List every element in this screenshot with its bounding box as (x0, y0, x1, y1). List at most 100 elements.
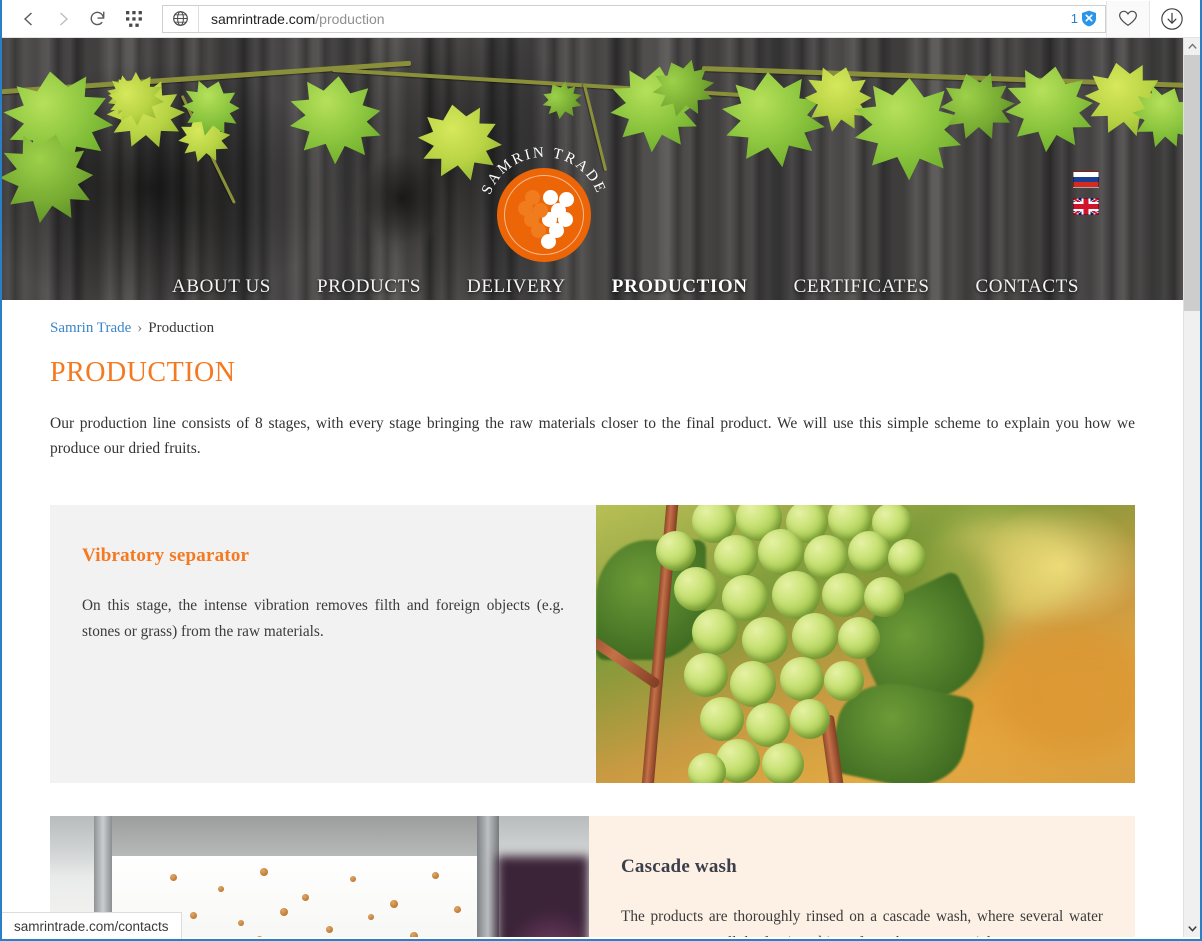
breadcrumb-home-link[interactable]: Samrin Trade (50, 320, 131, 336)
url-path: /production (315, 10, 385, 27)
back-button[interactable] (12, 2, 46, 36)
downloads-button[interactable] (1150, 1, 1194, 37)
green-grapes-photo (596, 505, 1135, 783)
grape-berry (692, 609, 738, 655)
raisin (218, 886, 224, 892)
status-bar-link-preview: samrintrade.com/contacts (2, 912, 182, 939)
main-navigation: ABOUT US PRODUCTS DELIVERY PRODUCTION CE… (2, 276, 1183, 298)
grape-berry (758, 529, 804, 575)
breadcrumb-current: Production (148, 320, 215, 336)
scrollbar-thumb[interactable] (1184, 55, 1200, 311)
web-page: SAMRIN TRADE ABOUT US PRODUCTS DELIVERY … (2, 38, 1183, 937)
stage-body: On this stage, the intense vibration rem… (82, 597, 564, 640)
grape-berry (792, 613, 838, 659)
raisin (256, 936, 263, 937)
chevron-up-icon (1188, 43, 1197, 49)
production-stage-cascade-wash: Cascade wash The products are thoroughly… (50, 816, 1135, 937)
grape-berry (864, 577, 904, 617)
chevron-right-icon (60, 11, 69, 26)
url-host: samrintrade.com (211, 10, 316, 27)
stage-heading: Vibratory separator (82, 545, 250, 566)
stage-text-panel: Cascade wash The products are thoroughly… (589, 816, 1135, 937)
adblock-shield-icon[interactable] (1081, 10, 1097, 27)
scrollbar-down-button[interactable] (1184, 920, 1200, 937)
grape-berry (888, 539, 926, 577)
grape-berry (838, 617, 880, 659)
grape-berry (822, 573, 866, 617)
english-flag[interactable] (1073, 198, 1099, 215)
breadcrumb-separator: › (137, 320, 143, 336)
globe-icon (173, 11, 188, 26)
raisin (260, 868, 268, 876)
forward-button[interactable] (46, 2, 80, 36)
reload-icon (90, 11, 104, 26)
raisin (390, 900, 398, 908)
main-content: Samrin Trade › Production PRODUCTION Our p… (2, 300, 1183, 937)
grape-berry (790, 699, 830, 739)
grape-berry (824, 661, 864, 701)
raisin (368, 914, 374, 920)
url-text[interactable]: samrintrade.com/production (199, 11, 1071, 27)
logo-inner-ring (504, 175, 584, 255)
raisin (190, 912, 197, 919)
machine-frame-right (477, 816, 499, 937)
photo-bokeh (996, 625, 1135, 755)
toolbar-right-icons (1106, 0, 1194, 37)
raisin (302, 894, 309, 901)
grape-berry (742, 617, 788, 663)
raisin (280, 908, 288, 916)
breadcrumb: Samrin Trade › Production (50, 300, 1135, 337)
grape-berry (688, 753, 726, 783)
russian-flag[interactable] (1073, 171, 1099, 188)
adblock-count: 1 (1070, 11, 1078, 26)
grape-berry (746, 703, 790, 747)
raisin (410, 932, 418, 937)
nav-item-products[interactable]: PRODUCTS (317, 276, 421, 298)
chevron-down-icon (1188, 926, 1197, 932)
adblock-indicator[interactable]: 1 (1071, 10, 1105, 27)
stage-text-panel: Vibratory separator On this stage, the i… (50, 505, 596, 783)
site-logo[interactable]: SAMRIN TRADE (479, 145, 607, 262)
page-viewport: SAMRIN TRADE ABOUT US PRODUCTS DELIVERY … (2, 38, 1200, 937)
reload-button[interactable] (80, 2, 114, 36)
page-title: PRODUCTION (50, 357, 236, 388)
raisin (326, 926, 333, 933)
chevron-left-icon (23, 11, 32, 26)
grape-berry (656, 531, 696, 571)
address-bar[interactable]: samrintrade.com/production 1 (162, 4, 1106, 33)
stage-body: The products are thoroughly rinsed on a … (621, 908, 1103, 937)
production-stage-vibratory-separator: Vibratory separator On this stage, the i… (50, 505, 1135, 783)
nav-item-production[interactable]: PRODUCTION (612, 276, 748, 298)
language-switcher (1073, 171, 1099, 215)
site-identity[interactable] (163, 5, 199, 32)
raisin (350, 876, 356, 882)
browser-toolbar: samrintrade.com/production 1 (2, 0, 1200, 38)
browser-window: samrintrade.com/production 1 SAMRIN TRAD… (0, 0, 1202, 941)
nav-item-contacts[interactable]: CONTACTS (975, 276, 1079, 298)
machine-top-bar (112, 816, 477, 860)
grape-berry (772, 571, 820, 619)
grid-apps-icon (126, 10, 142, 27)
intro-paragraph: Our production line consists of 8 stages… (50, 415, 1135, 457)
stage-heading: Cascade wash (621, 856, 737, 877)
favorites-button[interactable] (1106, 0, 1150, 37)
grape-berry (684, 653, 728, 697)
raisin (238, 920, 244, 926)
nav-item-about-us[interactable]: ABOUT US (172, 276, 271, 298)
grape-berry (714, 535, 758, 579)
raisin (454, 906, 461, 913)
nav-item-delivery[interactable]: DELIVERY (467, 276, 566, 298)
apps-button[interactable] (114, 2, 154, 36)
grape-berry (674, 567, 718, 611)
blurred-worker (497, 856, 589, 937)
download-arrow-icon (1161, 7, 1183, 30)
grape-berry (730, 661, 776, 707)
grape-berry (848, 531, 890, 573)
grape-berry (780, 657, 824, 701)
grapes-photo-background (596, 505, 1135, 783)
scrollbar-up-button[interactable] (1184, 38, 1200, 55)
grape-berry (762, 743, 804, 783)
site-header: SAMRIN TRADE ABOUT US PRODUCTS DELIVERY … (2, 38, 1183, 300)
nav-item-certificates[interactable]: CERTIFICATES (794, 276, 930, 298)
page-scrollbar[interactable] (1183, 38, 1200, 937)
